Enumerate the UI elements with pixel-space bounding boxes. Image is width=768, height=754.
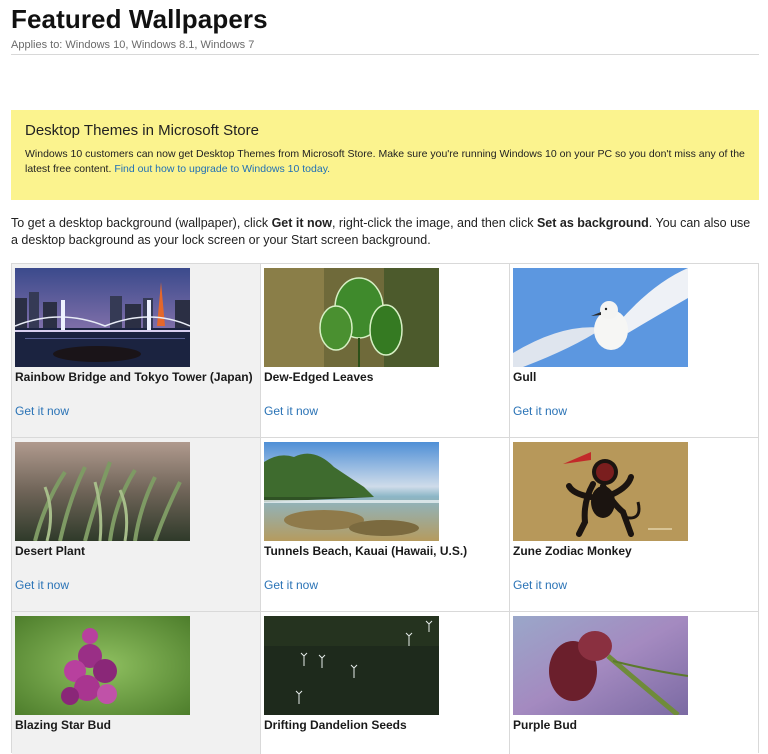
wallpaper-caption: Rainbow Bridge and Tokyo Tower (Japan) xyxy=(15,370,253,384)
wallpaper-thumbnail-dew-edged-leaves[interactable] xyxy=(264,268,439,367)
intro-text-1: To get a desktop background (wallpaper),… xyxy=(11,216,272,230)
wallpaper-thumbnail-desert-plant[interactable] xyxy=(15,442,190,541)
wallpaper-thumbnail-blazing-star-bud[interactable] xyxy=(15,616,190,715)
wallpaper-card: Gull Get it now xyxy=(510,264,758,438)
wallpaper-caption: Dew-Edged Leaves xyxy=(264,370,374,384)
wallpaper-card: Dew-Edged Leaves Get it now xyxy=(261,264,510,438)
get-it-now-link[interactable]: Get it now xyxy=(264,578,318,592)
wallpaper-thumbnail-purple-bud[interactable] xyxy=(513,616,688,715)
get-it-now-link[interactable]: Get it now xyxy=(15,404,69,418)
notice-title: Desktop Themes in Microsoft Store xyxy=(25,122,259,139)
notice-body: Windows 10 customers can now get Desktop… xyxy=(25,147,745,177)
wallpaper-caption: Blazing Star Bud xyxy=(15,718,112,732)
get-it-now-link[interactable]: Get it now xyxy=(15,578,69,592)
wallpaper-thumbnail-zune-zodiac-monkey[interactable] xyxy=(513,442,688,541)
wallpaper-card: Blazing Star Bud xyxy=(12,612,261,754)
wallpaper-card: Drifting Dandelion Seeds xyxy=(261,612,510,754)
wallpaper-card: Tunnels Beach, Kauai (Hawaii, U.S.) Get … xyxy=(261,438,510,612)
intro-paragraph: To get a desktop background (wallpaper),… xyxy=(11,215,756,249)
intro-bold-get-it-now: Get it now xyxy=(271,216,332,230)
wallpaper-caption: Drifting Dandelion Seeds xyxy=(264,718,407,732)
get-it-now-link[interactable]: Get it now xyxy=(513,578,567,592)
intro-bold-set-as-background: Set as background xyxy=(536,216,649,230)
wallpaper-card: Desert Plant Get it now xyxy=(12,438,261,612)
wallpaper-caption: Desert Plant xyxy=(15,544,86,558)
wallpaper-caption: Tunnels Beach, Kauai (Hawaii, U.S.) xyxy=(264,544,468,558)
wallpaper-caption: Zune Zodiac Monkey xyxy=(513,544,632,558)
upgrade-link[interactable]: Find out how to upgrade to Windows 10 to… xyxy=(114,163,330,175)
wallpaper-card: Zune Zodiac Monkey Get it now xyxy=(510,438,758,612)
wallpaper-caption: Purple Bud xyxy=(513,718,578,732)
store-notice-box: Desktop Themes in Microsoft Store Window… xyxy=(11,110,759,200)
title-divider xyxy=(11,54,759,55)
wallpaper-grid: Rainbow Bridge and Tokyo Tower (Japan) G… xyxy=(11,263,759,754)
page-title: Featured Wallpapers xyxy=(11,4,268,34)
get-it-now-link[interactable]: Get it now xyxy=(264,404,318,418)
wallpaper-caption: Gull xyxy=(513,370,537,384)
wallpaper-thumbnail-rainbow-bridge[interactable] xyxy=(15,268,190,367)
wallpaper-card: Purple Bud xyxy=(510,612,758,754)
applies-to-text: Applies to: Windows 10, Windows 8.1, Win… xyxy=(11,39,255,51)
wallpaper-thumbnail-gull[interactable] xyxy=(513,268,688,367)
wallpaper-card: Rainbow Bridge and Tokyo Tower (Japan) G… xyxy=(12,264,261,438)
intro-text-2: , right-click the image, and then click xyxy=(331,216,537,230)
wallpaper-thumbnail-drifting-dandelion-seeds[interactable] xyxy=(264,616,439,715)
get-it-now-link[interactable]: Get it now xyxy=(513,404,567,418)
wallpaper-thumbnail-tunnels-beach[interactable] xyxy=(264,442,439,541)
